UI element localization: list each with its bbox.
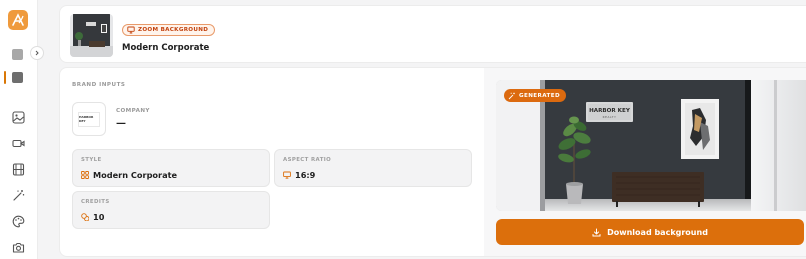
image-icon[interactable]	[10, 109, 26, 125]
aspect-ratio-field: ASPECT RATIO 16:9	[274, 149, 472, 187]
aspect-ratio-label: ASPECT RATIO	[283, 157, 332, 163]
style-label: STYLE	[81, 157, 102, 163]
coins-icon	[81, 213, 89, 221]
brand-logo: HARBOR KEY	[72, 102, 106, 136]
generated-background-preview[interactable]: GENERATED HARBOR KEY REALTY	[496, 80, 806, 211]
credits-field: CREDITS 10	[72, 191, 270, 229]
grid-icon	[81, 171, 89, 179]
app-logo-icon[interactable]	[8, 10, 28, 30]
chevron-right-icon	[35, 50, 39, 56]
background-thumbnail[interactable]	[70, 14, 113, 57]
sidebar-collapse-button[interactable]	[30, 46, 44, 60]
style-field: STYLE Modern Corporate	[72, 149, 270, 187]
preview-panel: GENERATED HARBOR KEY REALTY Download bac…	[484, 68, 806, 256]
zoom-background-tag: ZOOM BACKGROUND	[122, 24, 216, 36]
credits-value: 10	[93, 212, 105, 222]
download-button-label: Download background	[607, 227, 708, 237]
active-indicator	[4, 71, 6, 84]
main-card: BRAND INPUTS HARBOR KEY COMPANY — STYLE …	[59, 67, 806, 257]
nav-square-icon[interactable]	[12, 49, 23, 60]
aspect-ratio-value: 16:9	[295, 170, 316, 180]
tag-label: ZOOM BACKGROUND	[138, 27, 209, 33]
brand-logo-text: HARBOR KEY	[78, 111, 100, 127]
header-card: ZOOM BACKGROUND Modern Corporate	[59, 5, 806, 63]
sparkle-icon	[508, 92, 515, 99]
monitor-icon	[127, 26, 135, 34]
download-background-button[interactable]: Download background	[496, 219, 804, 245]
video-icon[interactable]	[10, 135, 26, 151]
section-label: BRAND INPUTS	[72, 82, 126, 88]
credits-label: CREDITS	[81, 199, 110, 205]
film-icon[interactable]	[10, 161, 26, 177]
magic-wand-icon[interactable]	[10, 187, 26, 203]
company-label: COMPANY	[116, 108, 150, 114]
generated-badge: GENERATED	[504, 89, 566, 102]
sign-subtitle: REALTY	[603, 115, 617, 119]
nav-square-active-icon[interactable]	[12, 72, 23, 83]
sidebar	[0, 0, 38, 259]
camera-icon[interactable]	[10, 239, 26, 255]
style-value: Modern Corporate	[93, 170, 178, 180]
download-icon	[592, 228, 601, 236]
palette-icon[interactable]	[10, 213, 26, 229]
generated-badge-label: GENERATED	[519, 92, 560, 99]
monitor-icon	[283, 171, 291, 179]
company-value: —	[116, 118, 126, 129]
sign-title: HARBOR KEY	[589, 108, 631, 114]
page-title: Modern Corporate	[122, 43, 210, 53]
